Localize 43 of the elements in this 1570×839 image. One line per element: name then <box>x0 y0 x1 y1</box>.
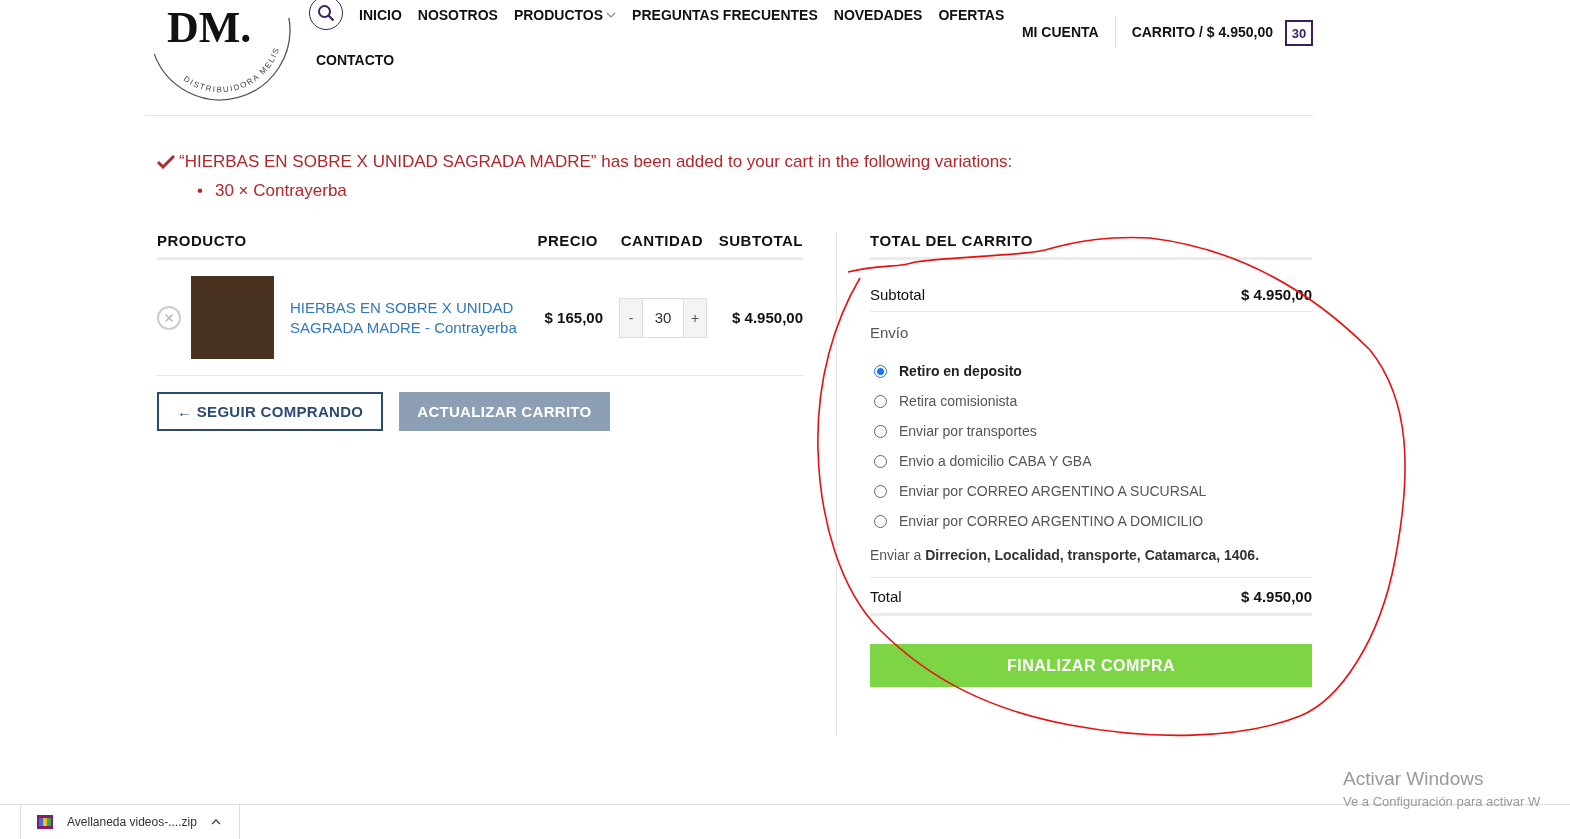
increase-button[interactable]: + <box>684 298 706 337</box>
subtotal-cell-text: $ 4.950,00 <box>731 309 803 326</box>
column-header: PRODUCTO <box>157 232 248 249</box>
totals-title: TOTAL DEL CARRITO <box>870 232 1312 260</box>
watermark-subtitle: Ve a Configuración para activar W <box>1343 794 1541 809</box>
decrease-button[interactable]: - <box>620 298 642 337</box>
continue-shopping-button[interactable]: ← SEGUIR COMPRANDO <box>157 392 384 431</box>
checkmark-icon <box>157 155 175 169</box>
notice-item: 30 × Contrayerba <box>214 180 347 202</box>
column-header: PRECIO <box>536 232 598 249</box>
cart-link[interactable]: CARRITO / $ 4.950,00 <box>1131 24 1273 40</box>
nav-link[interactable]: NOVEDADES <box>833 7 923 23</box>
shipping-option[interactable]: Enviar por CORREO ARGENTINO A DOMICILIO <box>874 513 1312 529</box>
subtotal-label: Subtotal <box>870 286 926 303</box>
cart-count-badge[interactable]: 30 <box>1285 20 1313 46</box>
notice-message: “HIERBAS EN SOBRE X UNIDAD SAGRADA MADRE” has been added to your cart in the following variations: <box>179 152 1013 172</box>
total-label: Total <box>870 588 902 605</box>
download-item[interactable]: Avellaneda videos-....zip <box>21 805 239 839</box>
column-header: SUBTOTAL <box>717 232 803 249</box>
watermark-title: Activar Windows <box>1343 768 1485 790</box>
price-cell-text: $ 165,00 <box>543 309 603 326</box>
nav-link[interactable]: NOSOTROS <box>417 7 498 23</box>
nav-dropdown[interactable]: PRODUCTOS <box>513 7 617 23</box>
shipping-option[interactable]: Retira comisionista <box>874 393 1312 409</box>
shipping-option[interactable]: Retiro en deposito <box>874 363 1312 379</box>
shipping-option[interactable]: Enviar por CORREO ARGENTINO A SUCURSAL <box>874 483 1312 499</box>
product-link[interactable]: HIERBAS EN SOBRE X UNIDAD SAGRADA MADRE - Contrayerba <box>290 297 520 338</box>
search-icon <box>317 4 335 22</box>
ship-to-text: Enviar a Dirrecion, Localidad, transporte, Catamarca, 1406. <box>870 547 1312 578</box>
nav-link[interactable]: PREGUNTAS FRECUENTES <box>632 7 818 23</box>
shipping-option[interactable]: Envio a domicilio CABA Y GBA <box>874 453 1312 469</box>
nav-link[interactable]: OFERTAS <box>938 7 1005 23</box>
archive-icon <box>37 815 53 829</box>
column-header: CANTIDAD <box>619 232 703 249</box>
nav-link[interactable]: INICIO <box>359 7 402 23</box>
bullet: • <box>197 180 203 202</box>
account-link[interactable]: MI CUENTA <box>1021 16 1116 48</box>
shipping-option[interactable]: Enviar por transportes <box>874 423 1312 439</box>
nav-link[interactable]: CONTACTO <box>316 52 395 68</box>
caret-up-icon <box>210 819 221 825</box>
chevron-down-icon <box>606 12 617 18</box>
total-value: $ 4.950,00 <box>1241 588 1312 605</box>
shipping-label: Envío <box>870 324 910 341</box>
